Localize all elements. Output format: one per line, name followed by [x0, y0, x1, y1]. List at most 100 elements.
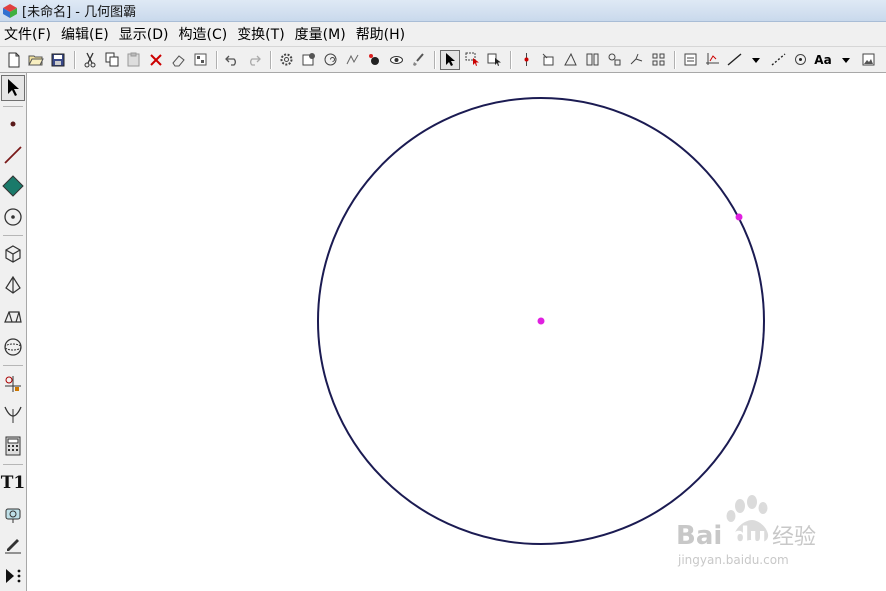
copy-button[interactable]	[102, 50, 122, 70]
text-style-button[interactable]: Aa	[812, 50, 834, 70]
select-region-button[interactable]	[462, 50, 482, 70]
eraser-button[interactable]	[168, 50, 188, 70]
calculator-icon	[5, 436, 21, 456]
line-style-dropdown[interactable]	[746, 50, 766, 70]
image-button[interactable]	[858, 50, 878, 70]
save-disk-icon	[51, 53, 65, 66]
toolbox-separator	[3, 106, 23, 107]
menu-construct[interactable]: 构造(C)	[174, 24, 233, 44]
properties-icon	[302, 53, 315, 66]
construct-e-button[interactable]	[626, 50, 646, 70]
circle-edge-point[interactable]	[735, 213, 743, 221]
watermark-url: jingyan.baidu.com	[677, 553, 789, 567]
properties-button[interactable]	[298, 50, 318, 70]
select-region-icon	[465, 52, 479, 66]
menu-edit[interactable]: 编辑(E)	[57, 24, 115, 44]
cut-button[interactable]	[80, 50, 100, 70]
menu-bar: 文件(F) 编辑(E) 显示(D) 构造(C) 变换(T) 度量(M) 帮助(H…	[0, 22, 886, 46]
baidu-paw-logo: Bai du 经验 jingyan.baidu.com	[676, 495, 816, 567]
delete-button[interactable]	[146, 50, 166, 70]
segment-icon	[4, 146, 22, 164]
tool-cube[interactable]	[1, 241, 25, 267]
construct-grid-icon	[652, 53, 664, 66]
watermark-jingyan-text: 经验	[772, 525, 816, 550]
construct-c-button[interactable]	[582, 50, 602, 70]
tool-prism[interactable]	[1, 303, 25, 329]
toolbar-separator	[74, 50, 76, 69]
undo-arrow-icon	[225, 55, 236, 66]
pin-icon	[5, 508, 21, 523]
select-arrow-button[interactable]	[440, 49, 460, 70]
coordinate-button[interactable]	[702, 50, 722, 70]
point-color-button[interactable]	[364, 50, 384, 70]
clear-button[interactable]	[190, 50, 210, 70]
construct-box-icon	[586, 53, 598, 66]
trace-icon	[346, 54, 358, 65]
tool-function[interactable]	[1, 402, 25, 428]
tool-pin[interactable]	[1, 501, 25, 527]
toolbox-separator	[3, 235, 23, 236]
trace-button[interactable]	[342, 50, 362, 70]
tool-circle[interactable]	[1, 204, 25, 230]
baidu-watermark: Bai du 经验 jingyan.baidu.com	[672, 492, 842, 572]
construct-f-button[interactable]	[648, 50, 668, 70]
undo-button[interactable]	[222, 50, 242, 70]
select-arrow-icon	[8, 79, 19, 96]
play-menu-icon	[6, 569, 21, 583]
main-toolbar: Aa	[0, 46, 886, 73]
dashed-line-icon	[771, 53, 785, 66]
watermark-du-text: du	[732, 522, 766, 550]
dropdown-arrow-icon	[752, 57, 760, 63]
toolbar-separator	[674, 50, 676, 69]
tool-pyramid[interactable]	[1, 272, 25, 298]
menu-help[interactable]: 帮助(H)	[352, 24, 411, 44]
tool-point[interactable]	[1, 111, 25, 137]
brush-button[interactable]	[408, 50, 428, 70]
tool-text[interactable]: T1	[1, 470, 25, 496]
select-group-button[interactable]	[484, 50, 504, 70]
pencil-icon	[5, 539, 21, 554]
menu-file[interactable]: 文件(F)	[0, 24, 57, 44]
menu-transform[interactable]: 变换(T)	[233, 24, 290, 44]
polygon-diamond-icon	[2, 175, 24, 197]
settings-button[interactable]	[276, 50, 296, 70]
redo-button[interactable]	[244, 50, 264, 70]
point-on-object-button[interactable]	[516, 50, 536, 70]
toolbar-separator	[270, 50, 272, 69]
hide-show-button[interactable]	[386, 50, 406, 70]
redo-arrow-icon	[250, 55, 261, 66]
point-on-object-icon	[524, 53, 528, 66]
circle-center-point[interactable]	[537, 317, 545, 325]
point-style-button[interactable]	[790, 50, 810, 70]
text-box-icon	[684, 53, 696, 66]
point-icon	[10, 121, 16, 127]
animate-button[interactable]	[320, 50, 340, 70]
open-file-button[interactable]	[26, 50, 46, 70]
tool-pencil[interactable]	[1, 532, 25, 558]
construct-d-button[interactable]	[604, 50, 624, 70]
paste-button[interactable]	[124, 50, 144, 70]
tool-sphere[interactable]	[1, 334, 25, 360]
tool-calculator[interactable]	[1, 433, 25, 459]
tool-polygon[interactable]	[1, 173, 25, 199]
tool-custom[interactable]	[1, 563, 25, 589]
text-style-dropdown[interactable]	[836, 50, 856, 70]
transform-icon	[5, 376, 21, 392]
construct-b-button[interactable]	[560, 50, 580, 70]
construct-branch-icon	[630, 53, 642, 65]
pointer-arrow-icon	[446, 53, 455, 66]
menu-display[interactable]: 显示(D)	[115, 24, 175, 44]
dropdown-arrow-icon	[842, 57, 850, 63]
new-file-button[interactable]	[4, 50, 24, 70]
tool-select-arrow[interactable]	[1, 75, 25, 101]
toolbox-separator	[3, 365, 23, 366]
dashed-line-button[interactable]	[768, 50, 788, 70]
line-style-button[interactable]	[724, 50, 744, 70]
text-box-button[interactable]	[680, 50, 700, 70]
tool-segment[interactable]	[1, 142, 25, 168]
save-button[interactable]	[48, 50, 68, 70]
construct-a-button[interactable]	[538, 50, 558, 70]
tool-transform[interactable]	[1, 371, 25, 397]
new-file-icon	[8, 52, 20, 67]
menu-measure[interactable]: 度量(M)	[291, 24, 352, 44]
